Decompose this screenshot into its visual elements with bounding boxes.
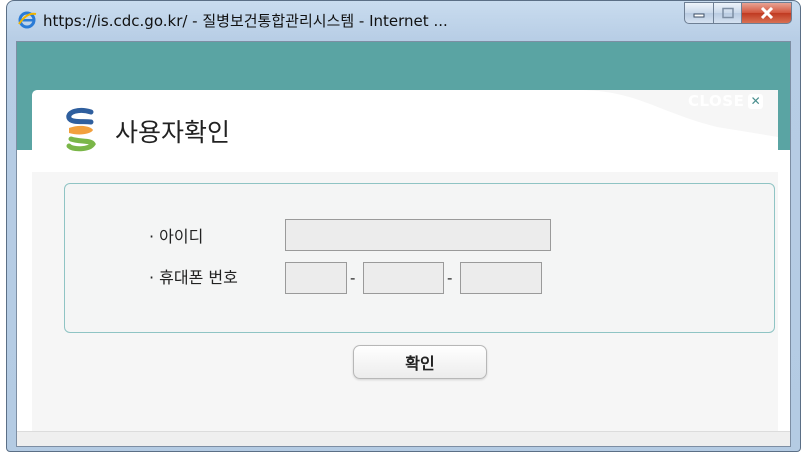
close-icon	[760, 7, 773, 19]
maximize-button[interactable]	[714, 2, 742, 24]
confirm-button[interactable]: 확인	[353, 345, 487, 379]
window-title: https://is.cdc.go.kr/ - 질병보건통합관리시스템 - In…	[43, 12, 448, 30]
close-x-icon: ✕	[748, 93, 764, 109]
browser-popup-window: https://is.cdc.go.kr/ - 질병보건통합관리시스템 - In…	[6, 0, 801, 452]
cdc-logo-icon	[66, 107, 96, 152]
phone-label: · 휴대폰 번호	[149, 268, 238, 287]
window-controls	[684, 2, 792, 26]
phone-part2-input[interactable]	[363, 262, 444, 294]
phone-separator: -	[447, 269, 453, 287]
minimize-icon	[693, 13, 705, 18]
popup-close-button[interactable]: CLOSE ✕	[688, 92, 764, 110]
window-close-button[interactable]	[742, 2, 792, 24]
maximize-icon	[721, 7, 734, 19]
header-curve-decoration	[32, 90, 778, 172]
id-label: · 아이디	[149, 227, 204, 246]
user-verification-form: · 아이디 · 휴대폰 번호 - -	[64, 183, 775, 333]
phone-part3-input[interactable]	[460, 262, 542, 294]
title-bar: https://is.cdc.go.kr/ - 질병보건통합관리시스템 - In…	[7, 1, 800, 41]
bottom-strip	[17, 431, 790, 446]
minimize-button[interactable]	[684, 2, 714, 24]
phone-separator: -	[350, 269, 356, 287]
id-input[interactable]	[285, 219, 551, 251]
ie-icon	[18, 11, 37, 29]
phone-part1-input[interactable]	[285, 262, 347, 294]
close-label: CLOSE	[688, 92, 745, 110]
page-heading: 사용자확인	[115, 118, 231, 147]
popup-content: CLOSE ✕ 사용자확인 · 아이디 · 휴대폰 번호 - - 확인	[16, 41, 791, 447]
